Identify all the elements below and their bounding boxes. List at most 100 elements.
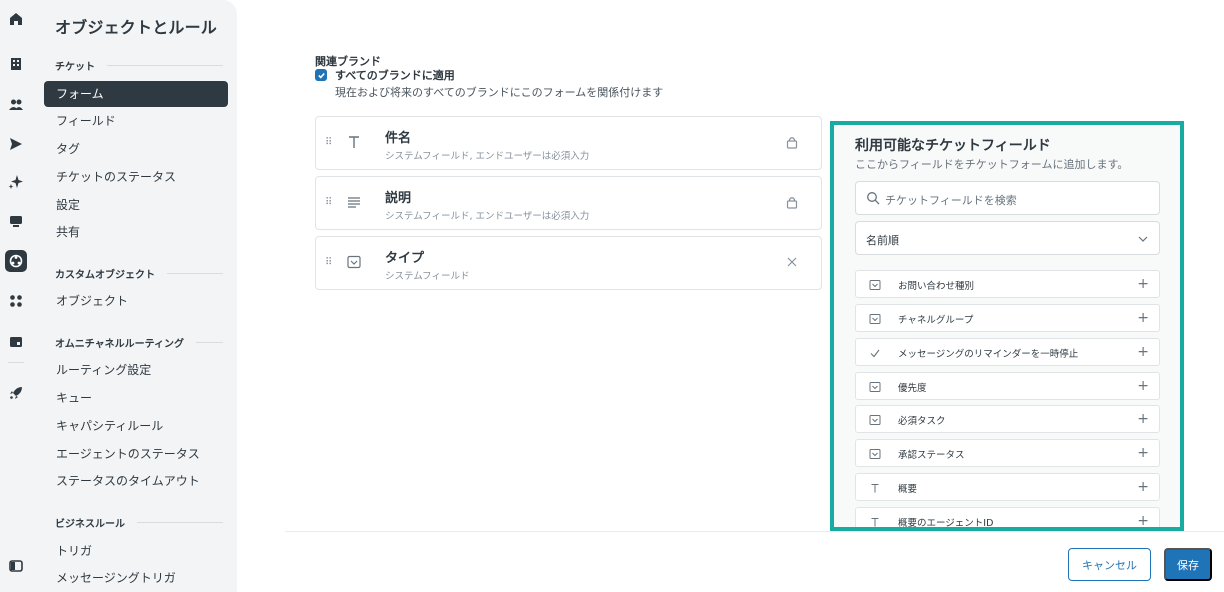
nav-section-label: チケット — [55, 62, 95, 73]
nav-item-ticket-statuses[interactable]: チケットのステータス — [44, 164, 228, 190]
users-icon[interactable] — [7, 96, 25, 114]
available-fields-title: 利用可能なチケットフィールド — [855, 138, 1051, 154]
nav-title: オブジェクトとルール — [55, 18, 218, 37]
apps-icon[interactable] — [7, 292, 25, 310]
nav-item-capacity-rules[interactable]: キャパシティルール — [44, 413, 228, 439]
available-field-item[interactable]: 承認ステータス + — [855, 439, 1160, 467]
dropdown-icon — [869, 415, 881, 425]
nav-item-settings[interactable]: 設定 — [44, 192, 228, 218]
available-fields-panel: 利用可能なチケットフィールド ここからフィールドをチケットフォームに追加します。… — [830, 121, 1184, 531]
nav-item-objects[interactable]: オブジェクト — [44, 288, 228, 314]
text-icon — [349, 136, 359, 148]
add-icon[interactable]: + — [1137, 411, 1149, 427]
nav-section-label: カスタムオブジェクト — [55, 270, 155, 281]
form-field-card[interactable]: ⠿ タイプ システムフィールド — [315, 236, 822, 290]
nav-section-label: オムニチャネルルーティング — [55, 339, 184, 350]
add-icon[interactable]: + — [1137, 513, 1149, 527]
add-icon[interactable]: + — [1137, 445, 1149, 461]
add-icon[interactable]: + — [1137, 310, 1149, 326]
add-icon[interactable]: + — [1137, 276, 1149, 292]
send-icon[interactable] — [7, 135, 25, 153]
available-field-label: 承認ステータス — [898, 450, 965, 461]
lock-icon — [786, 197, 798, 209]
sort-value: 名前順 — [866, 234, 899, 247]
form-field-card[interactable]: ⠿ 説明 システムフィールド, エンドユーザーは必須入力 — [315, 176, 822, 230]
dropdown-icon — [347, 255, 361, 269]
chat-icon[interactable] — [7, 212, 25, 230]
check-icon — [317, 72, 325, 79]
cancel-button[interactable]: キャンセル — [1068, 548, 1151, 581]
icon-rail — [0, 0, 32, 592]
form-field-card[interactable]: ⠿ 件名 システムフィールド, エンドユーザーは必須入力 — [315, 116, 822, 170]
available-field-label: お問い合わせ種別 — [898, 281, 975, 292]
available-field-label: 優先度 — [898, 383, 927, 394]
sparkle-icon[interactable] — [7, 173, 25, 191]
dropdown-icon — [869, 314, 881, 324]
available-field-item[interactable]: メッセージングのリマインダーを一時停止 + — [855, 338, 1160, 366]
nav-item-tags[interactable]: タグ — [44, 136, 228, 162]
field-search-input[interactable]: チケットフィールドを検索 — [855, 181, 1160, 215]
all-brands-label[interactable]: すべてのブランドに適用 — [335, 67, 455, 83]
dropdown-icon — [869, 382, 881, 392]
field-name: タイプ — [385, 251, 425, 266]
available-field-item[interactable]: 優先度 + — [855, 372, 1160, 400]
field-name: 件名 — [385, 131, 412, 146]
footer-divider — [285, 531, 1224, 532]
dropdown-icon — [869, 449, 881, 459]
nav-item-status-timeouts[interactable]: ステータスのタイムアウト — [44, 468, 228, 494]
available-field-item[interactable]: 必須タスク + — [855, 405, 1160, 433]
field-description: システムフィールド — [385, 271, 470, 282]
objects-rules-icon[interactable] — [5, 250, 27, 272]
nav-section-custom-objects: カスタムオブジェクト — [55, 266, 223, 281]
add-icon[interactable]: + — [1137, 344, 1149, 360]
available-field-item[interactable]: 概要 + — [855, 473, 1160, 501]
all-brands-checkbox[interactable] — [315, 69, 327, 81]
field-description: システムフィールド, エンドユーザーは必須入力 — [385, 151, 590, 162]
search-placeholder: チケットフィールドを検索 — [885, 194, 1017, 207]
secondary-nav: オブジェクトとルール チケット フォーム フィールド タグ チケットのステータス… — [32, 0, 237, 592]
nav-item-messaging-triggers[interactable]: メッセージングトリガ — [44, 565, 228, 591]
drag-handle-icon[interactable]: ⠿ — [325, 137, 332, 148]
text-icon — [871, 484, 879, 493]
available-field-label: 必須タスク — [898, 416, 946, 427]
add-icon[interactable]: + — [1137, 479, 1149, 495]
all-brands-hint: 現在および将来のすべてのブランドにこのフォームを関係付けます — [335, 86, 664, 99]
available-fields-hint: ここからフィールドをチケットフォームに追加します。 — [855, 158, 1129, 171]
home-icon[interactable] — [7, 10, 25, 28]
nav-item-agent-statuses[interactable]: エージェントのステータス — [44, 441, 228, 467]
building-icon[interactable] — [7, 55, 25, 73]
close-icon[interactable] — [785, 255, 799, 269]
available-field-item[interactable]: 概要のエージェントID + — [855, 507, 1160, 527]
sort-select[interactable]: 名前順 — [855, 221, 1160, 255]
nav-item-sharing[interactable]: 共有 — [44, 219, 228, 245]
nav-section-ticket: チケット — [55, 58, 223, 73]
save-button[interactable]: 保存 — [1164, 548, 1212, 581]
paragraph-icon — [348, 197, 360, 208]
add-icon[interactable]: + — [1137, 378, 1149, 394]
text-icon — [871, 518, 879, 527]
available-field-item[interactable]: チャネルグループ + — [855, 304, 1160, 332]
rocket-icon[interactable] — [7, 384, 25, 402]
nav-item-fields[interactable]: フィールド — [44, 108, 228, 134]
available-field-label: メッセージングのリマインダーを一時停止 — [898, 349, 1079, 360]
nav-section-business-rules: ビジネスルール — [55, 515, 223, 530]
sidebar-toggle-icon[interactable] — [7, 557, 25, 575]
chevron-down-icon — [1138, 236, 1148, 242]
check-icon — [870, 349, 880, 358]
nav-item-forms[interactable]: フォーム — [44, 81, 228, 107]
nav-section-omnichannel-routing: オムニチャネルルーティング — [55, 335, 223, 350]
lock-icon — [786, 137, 798, 149]
field-description: システムフィールド, エンドユーザーは必須入力 — [385, 211, 590, 222]
nav-item-routing-config[interactable]: ルーティング設定 — [44, 357, 228, 383]
nav-item-queues[interactable]: キュー — [44, 385, 228, 411]
field-name: 説明 — [385, 191, 412, 206]
nav-section-label: ビジネスルール — [55, 519, 125, 530]
available-field-item[interactable]: お問い合わせ種別 + — [855, 270, 1160, 298]
drag-handle-icon[interactable]: ⠿ — [325, 257, 332, 268]
available-field-label: 概要 — [898, 484, 918, 495]
nav-item-triggers[interactable]: トリガ — [44, 538, 228, 564]
rail-divider — [8, 362, 24, 363]
workspace-icon[interactable] — [7, 333, 25, 351]
drag-handle-icon[interactable]: ⠿ — [325, 197, 332, 208]
available-field-label: チャネルグループ — [898, 315, 974, 326]
